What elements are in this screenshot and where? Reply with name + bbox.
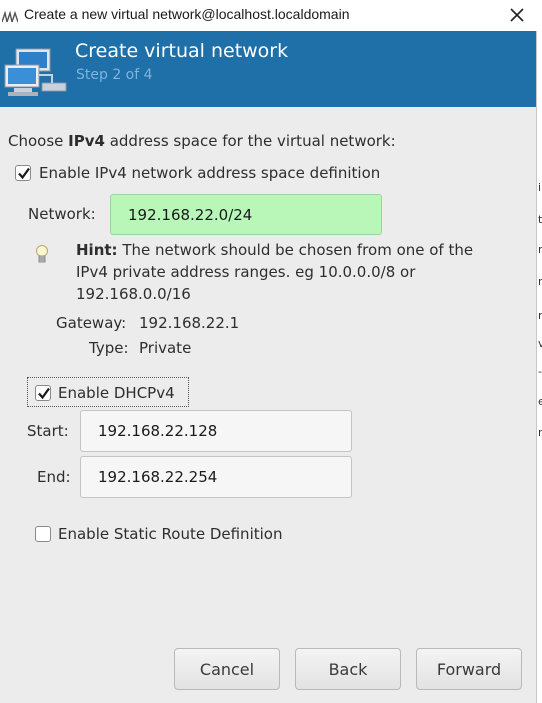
static-route-label[interactable]: Enable Static Route Definition (58, 525, 282, 543)
dhcp-start-label: Start: (27, 422, 69, 440)
ipv4-enable-checkbox[interactable] (15, 165, 31, 181)
back-button[interactable]: Back (295, 648, 401, 690)
forward-button[interactable]: Forward (416, 648, 522, 690)
gateway-label: Gateway: (56, 314, 127, 332)
dhcp-start-input[interactable]: 192.168.22.128 (80, 410, 352, 452)
window-title: Create a new virtual network@localhost.l… (24, 6, 350, 22)
type-value: Private (139, 339, 192, 357)
wizard-step: Step 2 of 4 (76, 67, 153, 83)
intro-text: Choose IPv4 address space for the virtua… (8, 132, 396, 150)
network-label: Network: (28, 205, 96, 223)
wizard-title: Create virtual network (75, 40, 289, 62)
hint-line-1: Hint: The network should be chosen from … (76, 241, 474, 259)
wizard-header: Create virtual network Step 2 of 4 (0, 31, 536, 107)
close-icon[interactable] (500, 1, 534, 29)
dhcp-enable-label[interactable]: Enable DHCPv4 (58, 384, 175, 402)
background-window-edge: itr nnv -er (536, 31, 542, 703)
dhcp-enable-checkbox[interactable] (35, 385, 51, 401)
dhcp-end-label: End: (37, 468, 71, 486)
dhcp-end-input[interactable]: 192.168.22.254 (80, 456, 352, 498)
static-route-checkbox[interactable] (35, 526, 51, 542)
hint-line-2: IPv4 private address ranges. eg 10.0.0.0… (76, 263, 416, 281)
virt-manager-icon (1, 8, 19, 23)
gateway-value: 192.168.22.1 (139, 314, 240, 332)
network-computers-icon (2, 45, 68, 97)
network-input[interactable]: 192.168.22.0/24 (110, 194, 382, 235)
lightbulb-icon (34, 244, 50, 266)
hint-line-3: 192.168.0.0/16 (76, 285, 191, 303)
ipv4-enable-label[interactable]: Enable IPv4 network address space defini… (39, 164, 380, 182)
type-label: Type: (89, 339, 129, 357)
window-titlebar: Create a new virtual network@localhost.l… (0, 0, 542, 32)
cancel-button[interactable]: Cancel (174, 648, 280, 690)
